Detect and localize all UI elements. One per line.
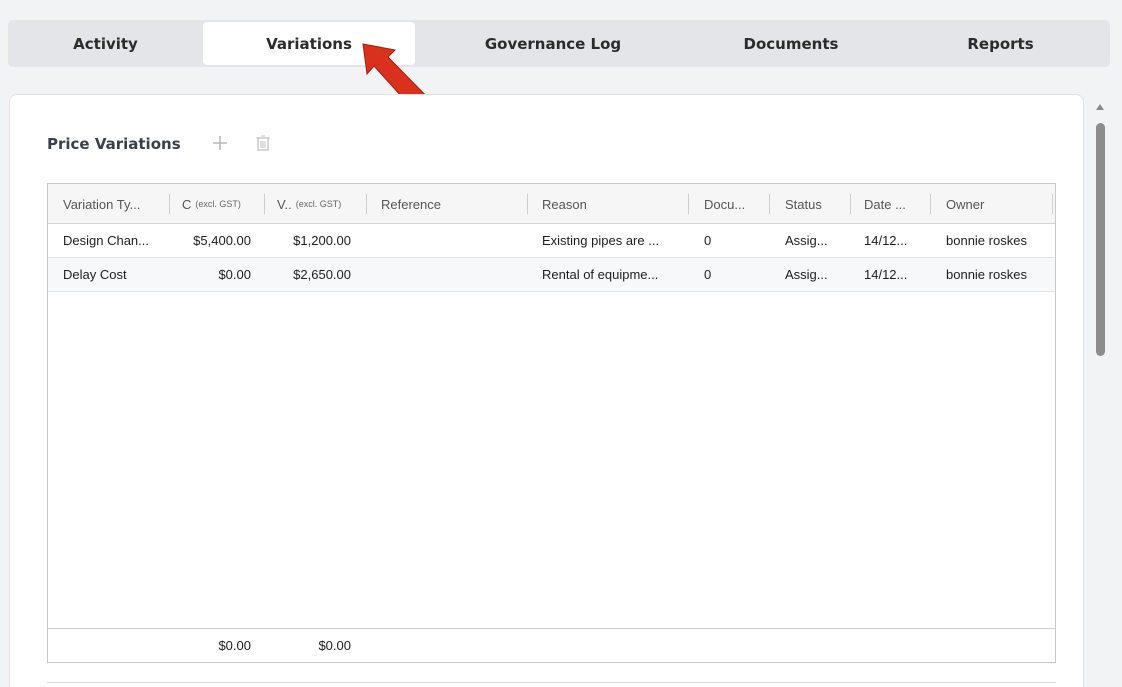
cell-status: Assig... <box>785 267 828 282</box>
column-header-owner[interactable]: Owner <box>946 184 984 224</box>
section-title: Price Variations <box>47 135 181 153</box>
trash-icon[interactable] <box>253 133 273 158</box>
column-header-documents[interactable]: Docu... <box>704 184 745 224</box>
column-header-status[interactable]: Status <box>785 184 822 224</box>
cell-status: Assig... <box>785 233 828 248</box>
table-row[interactable]: Design Chan... $5,400.00 $1,200.00 Exist… <box>48 224 1055 258</box>
tab-documents[interactable]: Documents <box>691 22 891 65</box>
divider <box>47 682 1056 683</box>
column-header-cost[interactable]: C (excl. GST) <box>182 184 241 224</box>
column-header-date[interactable]: Date ... <box>864 184 906 224</box>
cell-value: $2,650.00 <box>293 267 351 282</box>
column-header-reason[interactable]: Reason <box>542 184 587 224</box>
table-body: Design Chan... $5,400.00 $1,200.00 Exist… <box>48 224 1055 292</box>
variations-table: Variation Ty... C (excl. GST) V.. (excl. G… <box>47 183 1056 663</box>
column-header-reference[interactable]: Reference <box>381 184 441 224</box>
cell-reason: Existing pipes are ... <box>542 233 660 248</box>
tab-reports[interactable]: Reports <box>891 22 1110 65</box>
column-header-variation-type[interactable]: Variation Ty... <box>63 184 140 224</box>
tab-governance-log[interactable]: Governance Log <box>415 22 691 65</box>
cell-date: 14/12... <box>864 233 908 248</box>
vertical-scrollbar-thumb[interactable] <box>1096 123 1105 356</box>
total-value: $0.00 <box>318 638 351 653</box>
table-footer-totals: $0.00 $0.00 <box>48 628 1055 662</box>
scroll-up-arrow-icon[interactable] <box>1096 104 1104 110</box>
table-header: Variation Ty... C (excl. GST) V.. (excl. G… <box>48 184 1055 224</box>
cell-reason: Rental of equipme... <box>542 267 659 282</box>
cell-cost: $5,400.00 <box>193 233 251 248</box>
cell-date: 14/12... <box>864 267 908 282</box>
table-row[interactable]: Delay Cost $0.00 $2,650.00 Rental of equ… <box>48 258 1055 292</box>
column-header-value[interactable]: V.. (excl. GST) <box>277 184 341 224</box>
total-cost: $0.00 <box>218 638 251 653</box>
cell-documents: 0 <box>704 233 712 248</box>
cell-owner: bonnie roskes <box>946 233 1027 248</box>
cell-owner: bonnie roskes <box>946 267 1027 282</box>
cell-value: $1,200.00 <box>293 233 351 248</box>
cell-variation-type: Design Chan... <box>63 233 149 248</box>
plus-icon[interactable] <box>210 133 230 158</box>
tab-bar: Activity Variations Governance Log Docum… <box>8 20 1110 67</box>
tab-activity[interactable]: Activity <box>8 22 203 65</box>
cell-documents: 0 <box>704 267 712 282</box>
cell-variation-type: Delay Cost <box>63 267 127 282</box>
price-variations-card: Price Variations Variation Ty... C (excl.… <box>9 94 1084 687</box>
cell-cost: $0.00 <box>218 267 251 282</box>
